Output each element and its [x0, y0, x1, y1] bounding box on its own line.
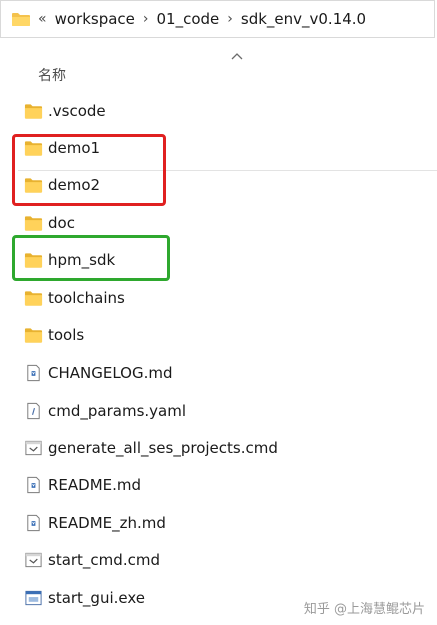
- file-explorer-window: « workspace › 01_code › sdk_env_v0.14.0 …: [0, 0, 437, 625]
- markdown-file-icon: [27, 514, 40, 531]
- cmd-file-icon: [25, 440, 42, 455]
- list-item-start-cmd[interactable]: start_cmd.cmd: [0, 541, 437, 578]
- folder-icon: [24, 327, 43, 343]
- list-item-tools[interactable]: tools: [0, 316, 437, 353]
- breadcrumb-sdk-env[interactable]: sdk_env_v0.14.0: [241, 10, 366, 28]
- column-header: 名称: [0, 38, 437, 88]
- name-column-header[interactable]: 名称: [38, 65, 66, 85]
- exe-file-icon: [25, 590, 42, 605]
- folder-icon: [24, 290, 43, 306]
- folder-icon: [12, 13, 30, 26]
- list-item-changelog[interactable]: CHANGELOG.md: [0, 354, 437, 391]
- file-name: toolchains: [48, 288, 125, 307]
- file-name: .vscode: [48, 101, 106, 120]
- list-item-vscode[interactable]: .vscode: [0, 92, 437, 129]
- file-name: doc: [48, 213, 75, 232]
- watermark: 知乎 @上海慧鲲芯片: [303, 602, 425, 617]
- list-item-generate-all-ses[interactable]: generate_all_ses_projects.cmd: [0, 429, 437, 466]
- list-item-readme-zh[interactable]: README_zh.md: [0, 504, 437, 541]
- file-name: README_zh.md: [48, 513, 166, 532]
- breadcrumb-overflow-button[interactable]: «: [38, 11, 47, 27]
- cmd-file-icon: [25, 552, 42, 567]
- folder-icon: [24, 103, 43, 119]
- yaml-file-icon: [27, 402, 40, 419]
- list-item-readme[interactable]: README.md: [0, 466, 437, 503]
- file-name: cmd_params.yaml: [48, 401, 186, 420]
- breadcrumb-separator[interactable]: ›: [143, 11, 149, 27]
- address-bar[interactable]: « workspace › 01_code › sdk_env_v0.14.0: [0, 0, 435, 38]
- list-item-toolchains[interactable]: toolchains: [0, 279, 437, 316]
- file-name: generate_all_ses_projects.cmd: [48, 438, 278, 457]
- file-name: start_gui.exe: [48, 588, 146, 607]
- file-name: start_cmd.cmd: [48, 550, 160, 569]
- file-name: README.md: [48, 475, 142, 494]
- file-name: tools: [48, 325, 85, 344]
- sort-ascending-icon[interactable]: [231, 52, 243, 60]
- markdown-file-icon: [27, 476, 40, 493]
- green-highlight-box: [12, 235, 170, 281]
- breadcrumb-workspace[interactable]: workspace: [55, 10, 135, 28]
- breadcrumb-01-code[interactable]: 01_code: [157, 10, 220, 28]
- list-item-cmd-params[interactable]: cmd_params.yaml: [0, 392, 437, 429]
- red-highlight-box: [12, 134, 166, 206]
- folder-icon: [24, 215, 43, 231]
- markdown-file-icon: [27, 364, 40, 381]
- breadcrumb-separator[interactable]: ›: [227, 11, 233, 27]
- file-name: CHANGELOG.md: [48, 363, 173, 382]
